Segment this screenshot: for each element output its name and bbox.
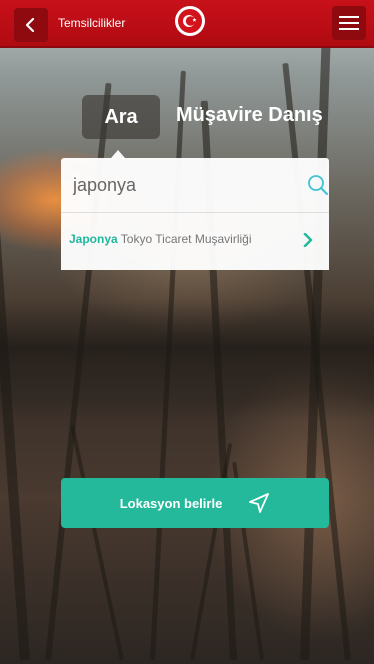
chevron-right-icon	[303, 233, 313, 247]
menu-button[interactable]	[332, 6, 366, 40]
search-icon[interactable]	[307, 172, 329, 198]
result-rest-text: Tokyo Ticaret Muşavirliği	[117, 232, 252, 246]
back-button[interactable]	[14, 8, 48, 42]
tab-search[interactable]: Ara	[82, 95, 160, 139]
result-highlight-text: Japonya	[69, 232, 118, 246]
tab-consult-advisor[interactable]: Müşavire Danış	[176, 104, 323, 127]
page-title: Temsilcilikler	[58, 16, 126, 30]
hamburger-menu-icon	[339, 16, 359, 30]
top-bar: Temsilcilikler	[0, 0, 374, 48]
chevron-left-icon	[25, 17, 35, 33]
active-tab-pointer	[111, 150, 125, 158]
search-box	[61, 158, 329, 212]
set-location-button[interactable]: Lokasyon belirle	[61, 478, 329, 528]
crescent-star-icon	[183, 15, 197, 27]
search-result-item[interactable]: Japonya Tokyo Ticaret Muşavirliği	[61, 212, 329, 270]
background-image	[0, 0, 374, 664]
set-location-label: Lokasyon belirle	[119, 495, 223, 511]
emblem-logo	[175, 6, 205, 36]
search-input[interactable]	[71, 173, 307, 197]
navigation-arrow-icon	[248, 492, 270, 514]
